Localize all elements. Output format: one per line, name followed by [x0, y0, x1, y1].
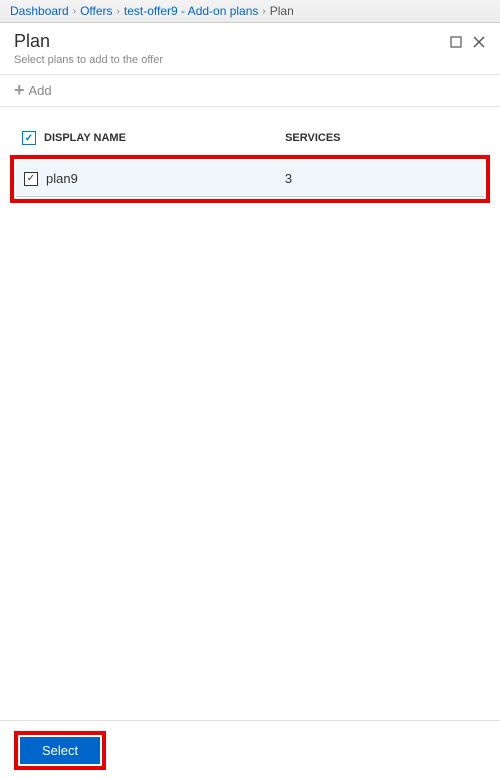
breadcrumb-link-dashboard[interactable]: Dashboard [10, 4, 69, 18]
col-display-name: DISPLAY NAME [44, 132, 285, 144]
footer-bar: Select [0, 720, 500, 780]
maximize-icon[interactable] [450, 36, 462, 48]
chevron-right-icon: › [117, 6, 120, 17]
page-subtitle: Select plans to add to the offer [14, 54, 450, 66]
breadcrumb-link-offers[interactable]: Offers [80, 4, 112, 18]
table-header-row: ✓ DISPLAY NAME SERVICES [14, 127, 486, 149]
add-label: Add [29, 83, 52, 98]
select-all-checkbox[interactable]: ✓ [22, 131, 36, 145]
chevron-right-icon: › [262, 6, 265, 17]
page-title: Plan [14, 31, 450, 52]
row-name: plan9 [46, 171, 285, 186]
close-icon[interactable] [472, 35, 486, 49]
row-checkbox[interactable]: ✓ [24, 172, 38, 186]
breadcrumb: Dashboard › Offers › test-offer9 - Add-o… [0, 0, 500, 23]
chevron-right-icon: › [73, 6, 76, 17]
table-row[interactable]: ✓ plan9 3 [16, 161, 484, 197]
col-services: SERVICES [285, 132, 486, 144]
add-button[interactable]: + Add [0, 75, 500, 107]
breadcrumb-current: Plan [270, 4, 294, 18]
blade-header: Plan Select plans to add to the offer [0, 23, 500, 75]
plus-icon: + [14, 85, 25, 96]
plans-table: ✓ DISPLAY NAME SERVICES [14, 127, 486, 149]
highlighted-row-callout: ✓ plan9 3 [10, 155, 490, 203]
highlighted-button-callout: Select [14, 731, 106, 770]
breadcrumb-link-offer-addon[interactable]: test-offer9 - Add-on plans [124, 4, 259, 18]
row-services: 3 [285, 171, 484, 186]
select-button[interactable]: Select [20, 737, 100, 764]
